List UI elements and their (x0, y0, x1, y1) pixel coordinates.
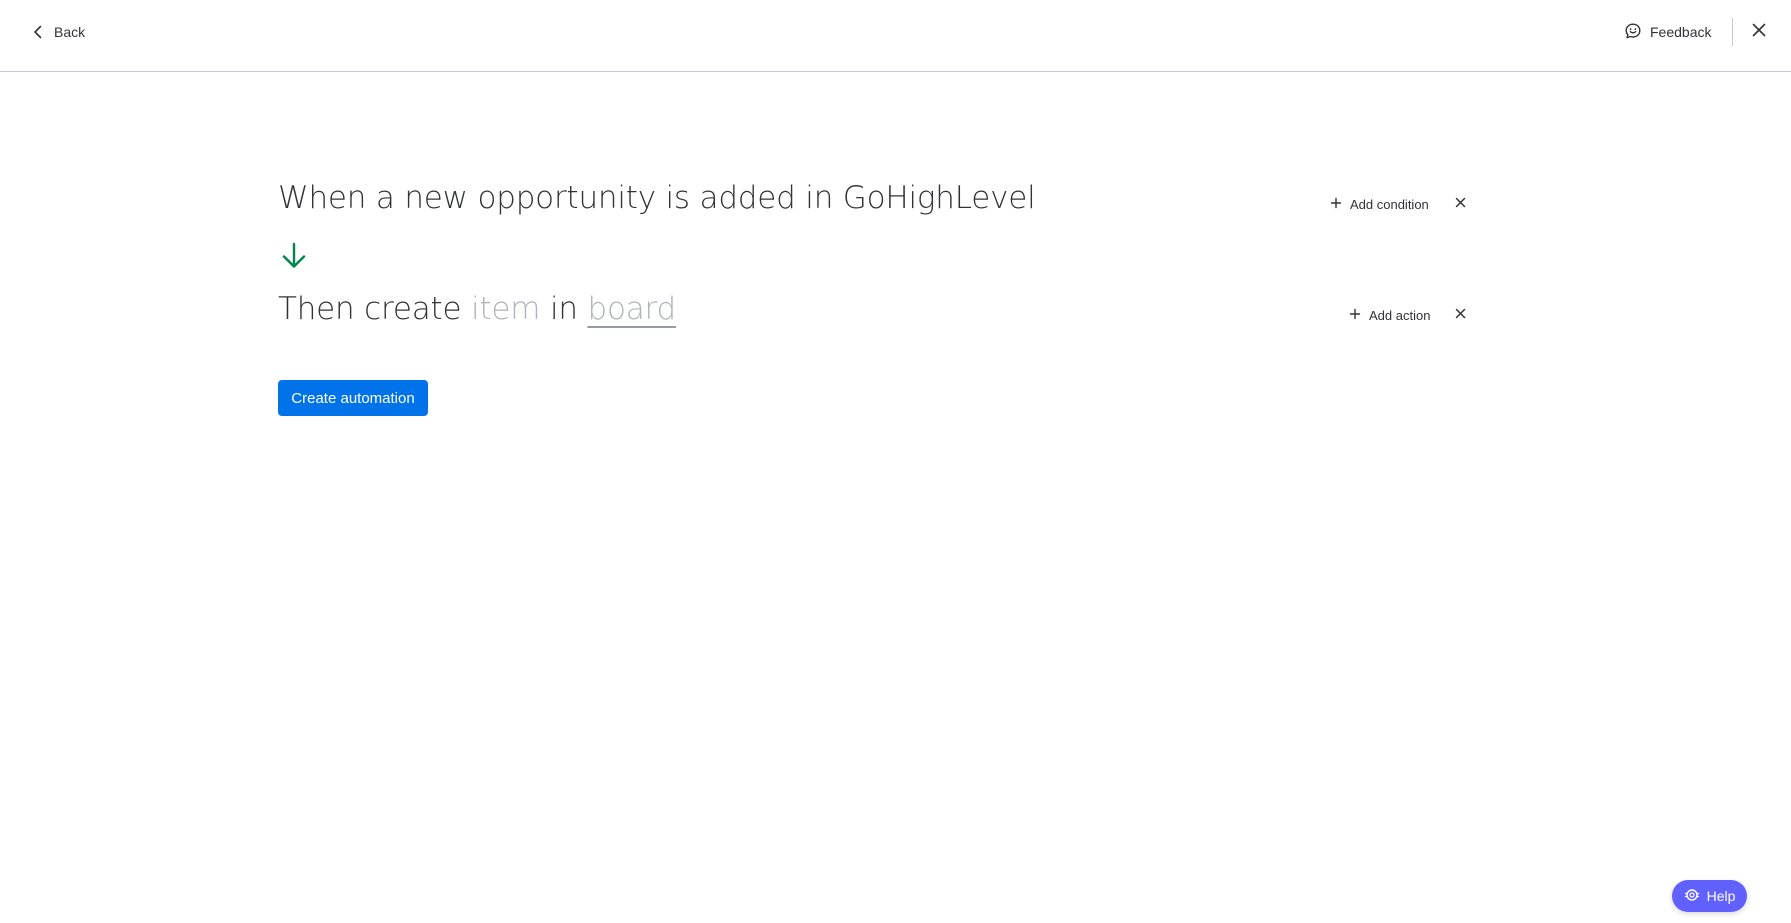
action-prefix: Then create (278, 291, 462, 327)
close-icon (1455, 195, 1466, 213)
plus-icon (1330, 197, 1342, 212)
plus-icon (1349, 308, 1361, 323)
trigger-sentence[interactable]: When a new opportunity is added in GoHig… (278, 180, 1036, 216)
create-automation-button[interactable]: Create automation (278, 380, 428, 416)
help-icon (1684, 887, 1700, 906)
help-button[interactable]: Help (1672, 880, 1747, 912)
close-icon (1752, 23, 1766, 42)
add-condition-label: Add condition (1350, 196, 1429, 212)
add-action-button[interactable]: Add action (1349, 305, 1430, 325)
back-label: Back (54, 24, 86, 40)
action-sentence: Then create item in board (278, 291, 676, 327)
trigger-text: When a new opportunity is added in GoHig… (278, 180, 1036, 216)
back-button[interactable]: Back (24, 18, 91, 46)
add-action-label: Add action (1369, 307, 1431, 323)
close-icon (1455, 306, 1466, 324)
item-placeholder[interactable]: item (471, 291, 540, 327)
remove-action-button[interactable] (1450, 305, 1470, 325)
close-button[interactable] (1745, 18, 1773, 46)
board-placeholder[interactable]: board (587, 291, 676, 327)
remove-trigger-button[interactable] (1450, 194, 1470, 214)
help-label: Help (1706, 888, 1736, 904)
feedback-button[interactable]: Feedback (1624, 18, 1711, 46)
feedback-label: Feedback (1650, 24, 1712, 40)
feedback-icon (1624, 22, 1642, 43)
add-condition-button[interactable]: Add condition (1330, 194, 1429, 214)
header-divider (1732, 18, 1733, 46)
top-bar: Back Feedback (0, 0, 1791, 72)
arrow-down-icon (280, 242, 308, 270)
chevron-left-icon (30, 24, 46, 40)
action-connector: in (549, 291, 578, 327)
